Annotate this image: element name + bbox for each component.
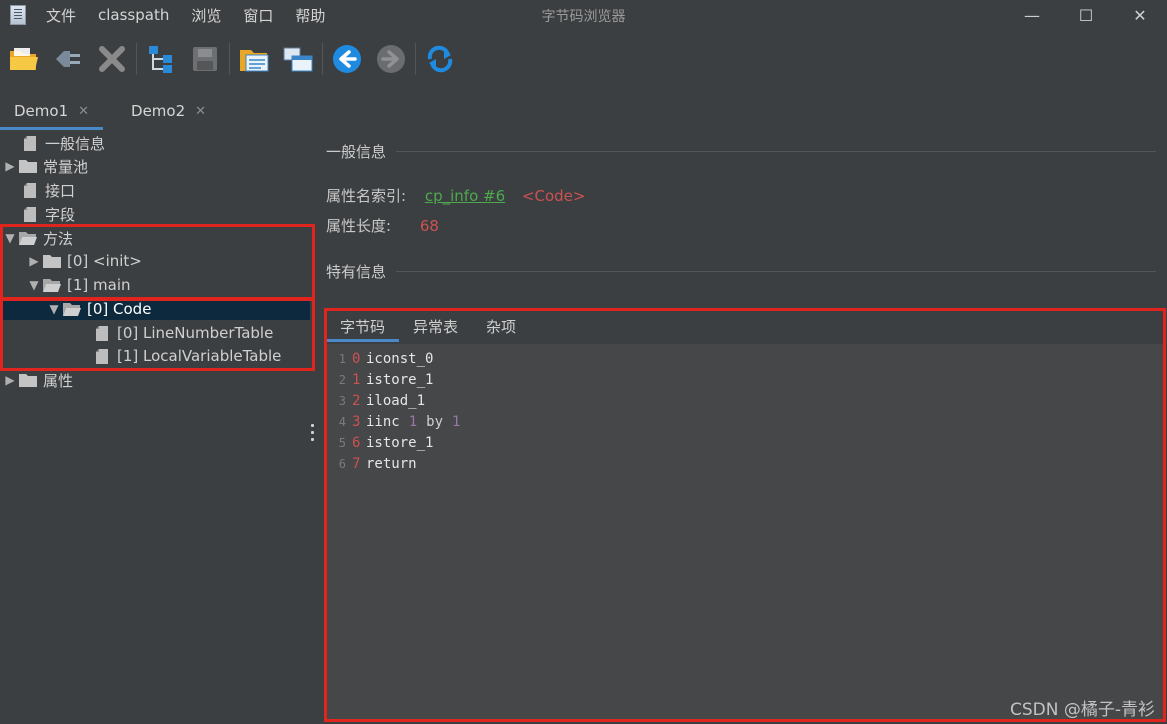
tab-demo1[interactable]: Demo1 ✕ xyxy=(0,92,104,130)
close-tab-icon[interactable]: ✕ xyxy=(78,104,89,119)
tree-node-fields[interactable]: 字段 xyxy=(0,203,310,225)
forward-icon[interactable] xyxy=(373,41,409,77)
section-title: 特有信息 xyxy=(326,263,387,281)
highlight-box xyxy=(0,298,315,371)
document-tabs: Demo1 ✕ Demo2 ✕ xyxy=(0,92,1167,130)
tab-label: Demo1 xyxy=(14,102,69,120)
menu-window[interactable]: 窗口 xyxy=(243,5,273,26)
tree-node-interfaces[interactable]: 接口 xyxy=(0,179,310,201)
app-icon xyxy=(10,5,26,25)
toolbar xyxy=(0,36,1167,82)
highlight-box xyxy=(0,224,315,300)
menu-classpath[interactable]: classpath xyxy=(98,6,169,24)
detail-panel: 一般信息 属性名索引: cp_info #6 <Code> 属性长度: 68 特… xyxy=(316,130,1167,724)
watermark: CSDN @橘子-青衫 xyxy=(1009,700,1155,720)
tree-node-constant-pool[interactable]: ▶ 常量池 xyxy=(0,155,310,177)
tree-node-label: 接口 xyxy=(45,181,76,200)
highlight-box xyxy=(324,308,1166,722)
folder-icon xyxy=(18,157,38,175)
plug-icon[interactable] xyxy=(50,41,86,77)
panel-splitter[interactable] xyxy=(311,424,315,442)
folder-icon xyxy=(18,371,38,389)
folder-list-icon[interactable] xyxy=(236,41,272,77)
menu-bar: 文件 classpath 浏览 窗口 帮助 xyxy=(46,5,347,26)
tab-demo2[interactable]: Demo2 ✕ xyxy=(117,92,220,130)
expand-arrow-icon[interactable]: ▶ xyxy=(2,373,18,387)
toolbar-separator xyxy=(136,43,137,75)
toolbar-separator xyxy=(415,43,416,75)
menu-help[interactable]: 帮助 xyxy=(295,5,325,26)
title-bar: 文件 classpath 浏览 窗口 帮助 字节码浏览器 — ☐ ✕ xyxy=(0,0,1167,30)
menu-file[interactable]: 文件 xyxy=(46,5,76,26)
file-icon xyxy=(20,205,40,223)
class-tree: 一般信息 ▶ 常量池 接口 字段 ▼ 方法 ▶ [0] <init> ▼ [1]… xyxy=(0,130,315,724)
tree-node-label: 常量池 xyxy=(43,157,89,176)
menu-browse[interactable]: 浏览 xyxy=(191,5,221,26)
toolbar-separator xyxy=(322,43,323,75)
minimize-button[interactable]: — xyxy=(1005,0,1059,30)
general-info-section: 一般信息 xyxy=(326,141,1156,162)
tab-label: Demo2 xyxy=(131,102,186,120)
file-icon xyxy=(20,134,40,152)
delete-icon[interactable] xyxy=(94,41,130,77)
expand-arrow-icon[interactable]: ▶ xyxy=(2,159,18,173)
file-icon xyxy=(20,181,40,199)
section-title: 一般信息 xyxy=(326,143,387,161)
tree-node-attributes[interactable]: ▶ 属性 xyxy=(0,369,310,391)
attr-length-value: 68 xyxy=(419,217,439,235)
tree-node-label: 字段 xyxy=(45,205,76,224)
tree-node-label: 属性 xyxy=(43,371,74,390)
tree-node-general[interactable]: 一般信息 xyxy=(0,132,310,154)
toolbar-separator xyxy=(229,43,230,75)
tree-node-label: 一般信息 xyxy=(45,134,106,153)
maximize-button[interactable]: ☐ xyxy=(1059,0,1113,30)
attr-name-link[interactable]: cp_info #6 xyxy=(425,187,505,205)
attr-name-label: 属性名索引: xyxy=(326,187,407,205)
back-icon[interactable] xyxy=(329,41,365,77)
specific-info-section: 特有信息 xyxy=(326,261,1156,282)
tree-icon[interactable] xyxy=(143,41,179,77)
attr-name-value: <Code> xyxy=(521,187,586,205)
attr-length-row: 属性长度: 68 xyxy=(326,215,439,236)
refresh-icon[interactable] xyxy=(422,41,458,77)
attr-length-label: 属性长度: xyxy=(326,217,392,235)
open-folder-icon[interactable] xyxy=(6,41,42,77)
attr-name-row: 属性名索引: cp_info #6 <Code> xyxy=(326,185,585,206)
save-icon[interactable] xyxy=(187,41,223,77)
close-button[interactable]: ✕ xyxy=(1113,0,1167,30)
window-icon[interactable] xyxy=(280,41,316,77)
close-tab-icon[interactable]: ✕ xyxy=(195,104,206,119)
